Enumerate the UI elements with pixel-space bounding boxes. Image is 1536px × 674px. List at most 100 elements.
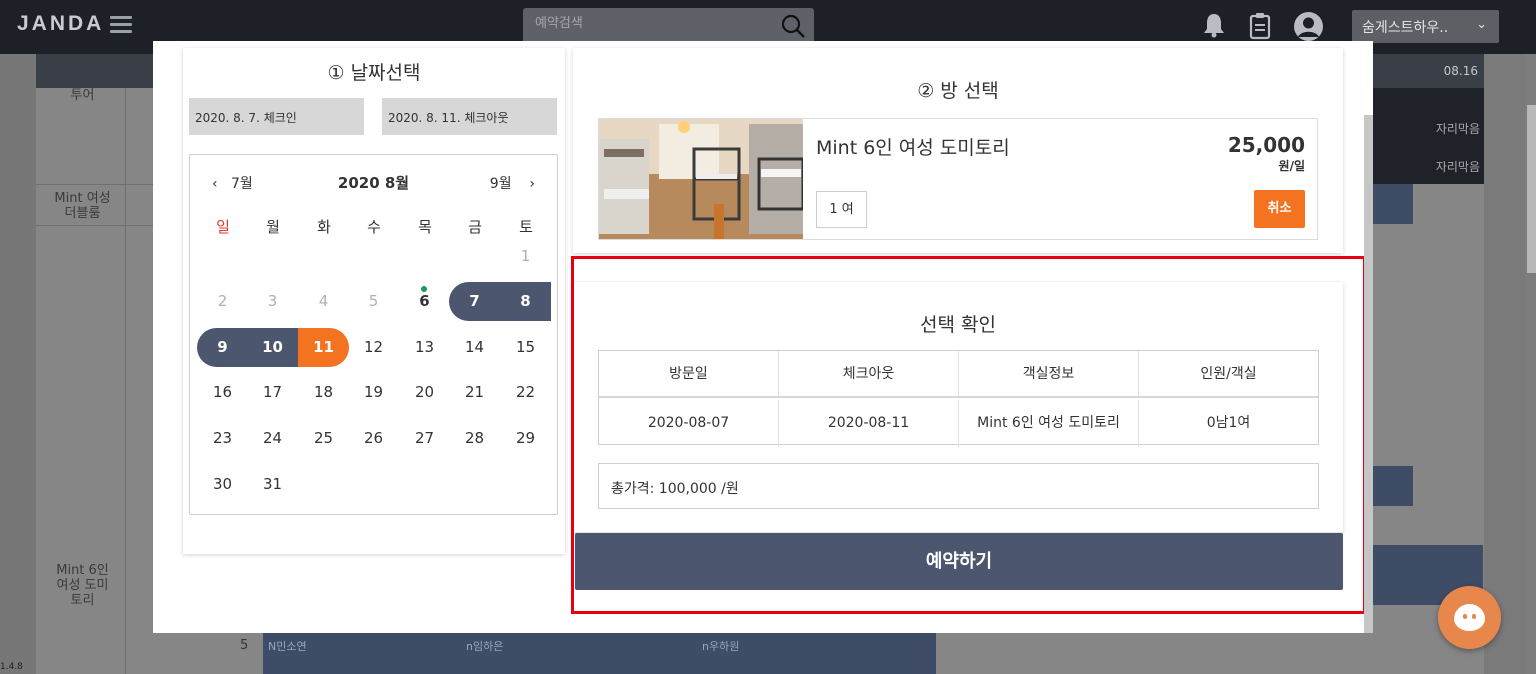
- calendar-day-number: 15: [515, 338, 536, 356]
- bg-booking-block: [263, 633, 936, 674]
- calendar-day[interactable]: 23: [197, 419, 248, 458]
- chat-button[interactable]: [1438, 586, 1501, 649]
- calendar-day-number: 4: [318, 292, 329, 310]
- calendar-day[interactable]: 21: [449, 373, 500, 412]
- calendar-day[interactable]: 19: [348, 373, 399, 412]
- calendar-day[interactable]: 20: [399, 373, 450, 412]
- calendar-day[interactable]: 29: [500, 419, 551, 458]
- weekday-label: 목: [418, 218, 432, 236]
- room-card: Mint 6인 여성 도미토리 25,000 원/일 1 여 취소: [598, 118, 1318, 240]
- calendar-day[interactable]: 12: [348, 328, 399, 367]
- calendar-day[interactable]: 26: [348, 419, 399, 458]
- calendar-day-number: 1: [520, 247, 531, 265]
- account-select[interactable]: 숨게스트하우.. ⌄: [1352, 10, 1499, 43]
- bg-booking-label[interactable]: n우하원: [702, 638, 739, 654]
- calendar-day-number: 19: [363, 383, 384, 401]
- calendar-day-number: 28: [464, 429, 485, 447]
- room-name: Mint 6인 여성 도미토리: [816, 137, 1010, 159]
- calendar-day-number: 7: [469, 292, 480, 310]
- calendar-day: 4: [298, 282, 349, 321]
- chat-icon: [1454, 604, 1485, 631]
- bg-room-name: Mint 여성 더블룸: [54, 191, 111, 221]
- date-selection-panel: ① 날짜선택 2020. 8. 7. 체크인 2020. 8. 11. 체크아웃…: [183, 48, 565, 554]
- calendar-day[interactable]: 22: [500, 373, 551, 412]
- bg-left-column: [0, 54, 36, 674]
- reservation-modal: ① 날짜선택 2020. 8. 7. 체크인 2020. 8. 11. 체크아웃…: [153, 41, 1373, 633]
- chevron-right-icon: ›: [529, 176, 535, 192]
- user-avatar-icon[interactable]: [1293, 11, 1324, 42]
- calendar-day[interactable]: 18: [298, 373, 349, 412]
- menu-icon[interactable]: [110, 16, 132, 34]
- calendar-day[interactable]: 28: [449, 419, 500, 458]
- weekday-label: 수: [367, 218, 381, 236]
- highlight-annotation-box: [571, 256, 1366, 614]
- calendar-day-number: 2: [217, 292, 228, 310]
- calendar-day[interactable]: 17: [247, 373, 298, 412]
- bg-status-text: 자리막음: [1435, 160, 1480, 174]
- calendar-day-number: 24: [262, 429, 283, 447]
- room-photo: [599, 119, 803, 239]
- calendar-day-number: 18: [313, 383, 334, 401]
- calendar-day-number: 10: [262, 338, 283, 356]
- calendar-day-number: 26: [363, 429, 384, 447]
- calendar-day[interactable]: 27: [399, 419, 450, 458]
- calendar-day[interactable]: 25: [298, 419, 349, 458]
- account-label: 숨게스트하우..: [1362, 20, 1449, 36]
- calendar-day-number: 11: [313, 338, 334, 356]
- search-input[interactable]: [535, 16, 765, 31]
- next-month-button[interactable]: 9월 ›: [490, 173, 535, 193]
- room-price: 25,000: [1227, 133, 1305, 157]
- modal-scrollbar[interactable]: [1364, 115, 1373, 633]
- guest-count-select[interactable]: 1 여: [816, 191, 867, 228]
- calendar-day[interactable]: 14: [449, 328, 500, 367]
- clipboard-icon[interactable]: [1249, 12, 1271, 40]
- calendar-day[interactable]: 31: [247, 465, 298, 504]
- calendar-day[interactable]: 30: [197, 465, 248, 504]
- calendar-day[interactable]: 9: [197, 328, 248, 367]
- checkin-field[interactable]: 2020. 8. 7. 체크인: [189, 98, 364, 135]
- search-icon[interactable]: [780, 13, 806, 39]
- calendar-day[interactable]: 6: [399, 282, 450, 321]
- bg-header-date: 08.16: [1443, 64, 1478, 78]
- room-panel-title: ② 방 선택: [917, 80, 999, 102]
- search-bar: [523, 8, 814, 44]
- calendar-day[interactable]: 24: [247, 419, 298, 458]
- weekday-label: 토: [519, 218, 533, 236]
- calendar-day[interactable]: 15: [500, 328, 551, 367]
- chevron-down-icon: ⌄: [1476, 17, 1487, 32]
- calendar-day-number: 6: [419, 292, 430, 310]
- bg-room-name: 투어: [70, 88, 95, 103]
- calendar-day[interactable]: 10: [247, 328, 298, 367]
- calendar-day[interactable]: 13: [399, 328, 450, 367]
- calendar-day-number: 22: [515, 383, 536, 401]
- page-scrollbar-thumb[interactable]: [1527, 105, 1536, 273]
- bell-icon[interactable]: [1203, 12, 1225, 38]
- calendar-day-number: 21: [464, 383, 485, 401]
- calendar-day-number: 17: [262, 383, 283, 401]
- app-logo[interactable]: JANDA: [17, 12, 104, 36]
- checkout-field[interactable]: 2020. 8. 11. 체크아웃: [382, 98, 557, 135]
- chevron-left-icon: ‹: [212, 176, 218, 192]
- calendar-day[interactable]: 8: [500, 282, 551, 321]
- prev-month-button[interactable]: ‹ 7월: [212, 173, 253, 193]
- weekday-label: 일: [216, 218, 230, 236]
- calendar-day: 2: [197, 282, 248, 321]
- calendar-day: 1: [500, 237, 551, 276]
- bg-booking-label[interactable]: n임하은: [466, 638, 503, 654]
- bg-status-text: 자리막음: [1435, 122, 1480, 136]
- calendar-day-number: 23: [212, 429, 233, 447]
- calendar-day: 5: [348, 282, 399, 321]
- calendar-day[interactable]: 7: [449, 282, 500, 321]
- bg-booking-block: [1373, 466, 1413, 506]
- calendar-day[interactable]: 11: [298, 328, 349, 367]
- weekday-label: 화: [317, 218, 331, 236]
- cancel-room-button[interactable]: 취소: [1254, 190, 1305, 228]
- calendar-day-number: 9: [217, 338, 228, 356]
- calendar-day-number: 27: [414, 429, 435, 447]
- calendar-day-number: 16: [212, 383, 233, 401]
- bg-booking-label[interactable]: N민소연: [268, 638, 307, 654]
- calendar-day-number: 30: [212, 475, 233, 493]
- version-label: 1.4.8: [0, 662, 23, 672]
- room-price-unit: 원/일: [1278, 159, 1305, 173]
- calendar-day[interactable]: 16: [197, 373, 248, 412]
